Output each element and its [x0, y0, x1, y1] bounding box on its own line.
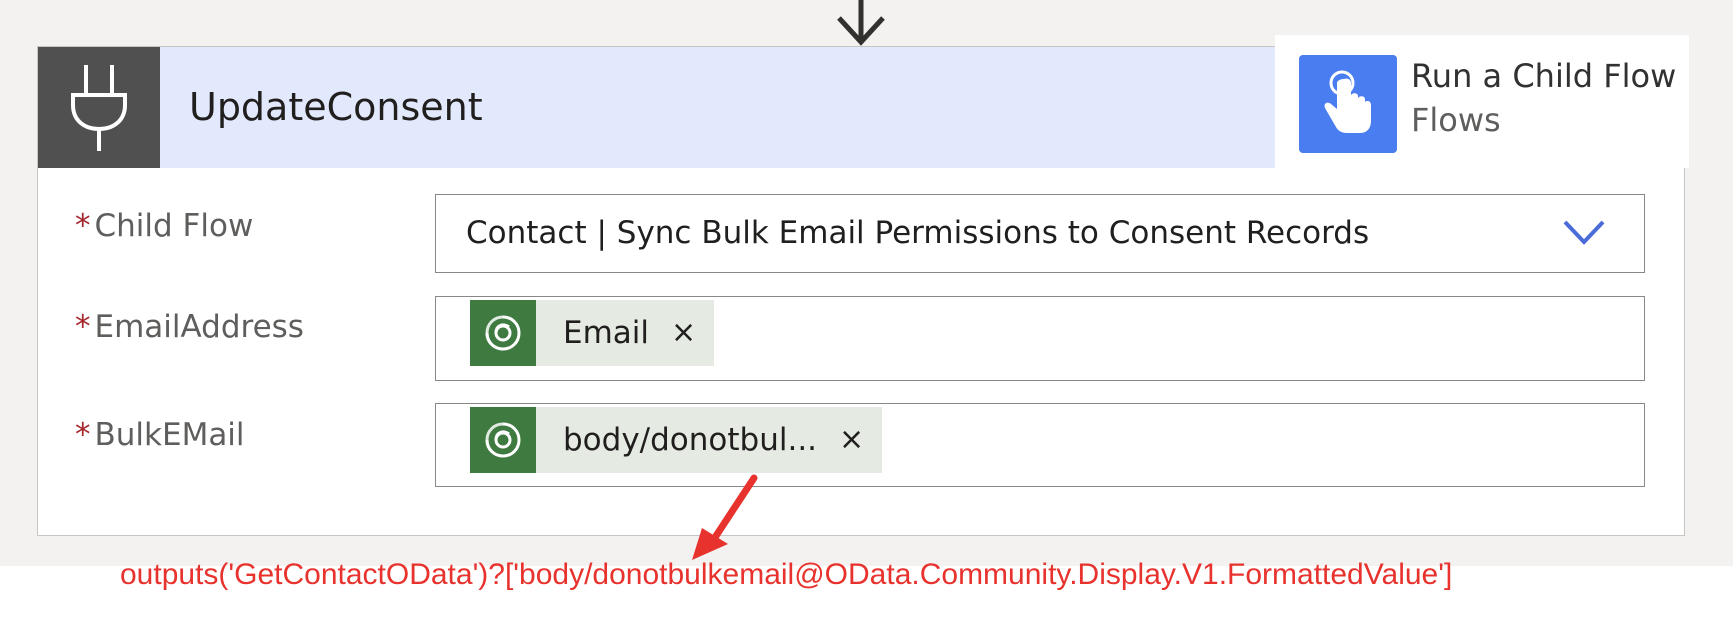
expression-annotation: outputs('GetContactOData')?['body/donotb… — [120, 558, 1453, 591]
chevron-down-icon[interactable] — [1562, 217, 1606, 247]
dataverse-icon — [470, 300, 536, 366]
email-address-label: * EmailAddress — [75, 309, 304, 345]
email-address-label-text: EmailAddress — [94, 309, 304, 345]
required-marker: * — [75, 417, 91, 453]
dataverse-icon — [470, 407, 536, 473]
child-flow-selected-value: Contact | Sync Bulk Email Permissions to… — [466, 215, 1370, 251]
child-flow-label: * Child Flow — [75, 208, 253, 244]
tooltip-title: Run a Child Flow — [1411, 57, 1677, 95]
bulk-email-label: * BulkEMail — [75, 417, 245, 453]
child-flow-label-text: Child Flow — [94, 208, 254, 244]
bulk-email-token-remove-button[interactable]: × — [817, 425, 882, 455]
bulk-email-field[interactable]: body/donotbul... × — [435, 403, 1645, 487]
bulk-email-label-text: BulkEMail — [94, 417, 245, 453]
bulk-email-token-label: body/donotbul... — [563, 422, 818, 458]
required-marker: * — [75, 309, 91, 345]
action-icon-box — [38, 47, 160, 168]
email-token-label: Email — [563, 315, 650, 351]
plug-icon — [71, 64, 127, 151]
action-title[interactable]: UpdateConsent — [189, 47, 483, 168]
email-address-field[interactable]: Email × — [435, 296, 1645, 381]
required-marker: * — [75, 208, 91, 244]
bulk-email-token[interactable]: body/donotbul... × — [470, 407, 883, 473]
child-flow-dropdown[interactable]: Contact | Sync Bulk Email Permissions to… — [435, 194, 1645, 273]
email-token-remove-button[interactable]: × — [649, 318, 714, 348]
arrow-down-icon — [837, 0, 885, 46]
hand-pointer-icon — [1299, 55, 1397, 153]
tooltip-subtitle: Flows — [1411, 101, 1501, 139]
connector-tooltip: Run a Child Flow Flows — [1275, 35, 1689, 168]
annotation-arrow-icon — [692, 474, 758, 560]
email-token[interactable]: Email × — [470, 300, 715, 366]
